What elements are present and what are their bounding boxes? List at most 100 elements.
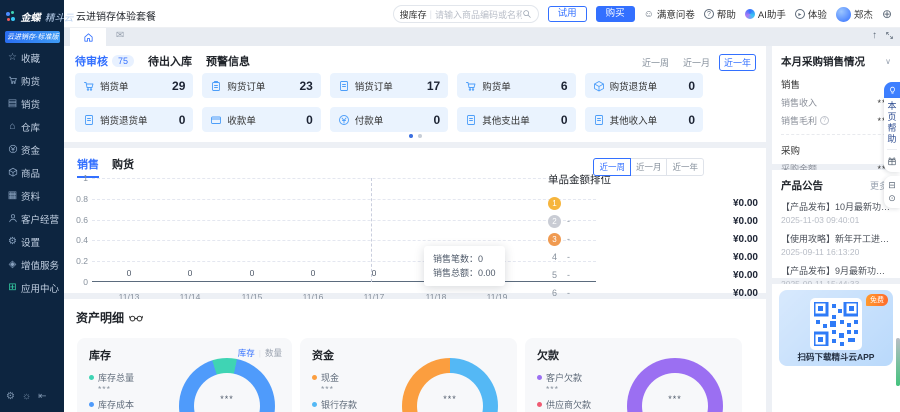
card-other-income[interactable]: 其他收入单0 (585, 107, 703, 132)
sidebar-footer: ⚙ ☼ ⇤ (6, 391, 47, 402)
ai-assistant-link[interactable]: AI助手 (745, 7, 786, 21)
tooltip-line2: 销售总额：0.00 (433, 266, 496, 280)
cart-icon (83, 80, 95, 92)
doc-icon (83, 114, 95, 126)
todo-tabs: 待审核 75 待出入库 预警信息 (75, 53, 250, 69)
trend-range-week[interactable]: 近一周 (593, 158, 631, 176)
tab-purchase-trend[interactable]: 购货 (112, 156, 134, 178)
card-payment[interactable]: 付款单0 (330, 107, 448, 132)
ranking-title: 单品金额排位 (548, 172, 758, 187)
user-menu[interactable]: 郑杰 (836, 7, 873, 22)
page-dot-1[interactable] (409, 134, 413, 138)
sidebar-item-data[interactable]: ▦资料 (7, 189, 64, 202)
card-purchase[interactable]: 购货单6 (457, 73, 575, 98)
sidebar-item-settings[interactable]: ⚙设置 (7, 235, 64, 248)
tooltip-line1: 销售笔数：0 (433, 252, 496, 266)
scroll-top-icon[interactable]: ↑ (872, 30, 877, 41)
gift-icon[interactable] (884, 154, 900, 167)
range-month[interactable]: 近一月 (678, 54, 715, 71)
workspace-tabbar: ✉ ↑ (64, 28, 900, 46)
inventory-toggle: 库存 | 数量 (238, 347, 282, 359)
search-icon[interactable] (522, 9, 532, 19)
info-icon[interactable]: ? (820, 116, 829, 125)
doc-icon: ▤ (7, 99, 18, 109)
notices-title: 产品公告 (781, 178, 823, 193)
collapse-chevron-icon[interactable]: ∨ (885, 57, 891, 66)
y-tick: 1 (72, 173, 88, 183)
search-input[interactable]: 搜库存 | 请输入商品编码或名称 (393, 5, 539, 23)
message-tab-icon[interactable]: ✉ (116, 30, 124, 41)
card-receipt[interactable]: 收款单0 (202, 107, 320, 132)
tab-pending-approval[interactable]: 待审核 75 (75, 53, 134, 69)
survey-link[interactable]: ☺满意问卷 (644, 7, 695, 21)
todo-card-grid: 销货单29 购货订单23 销货订单17 购货单6 购货退货单0 销货退货单0 收… (75, 73, 703, 132)
card-other-expense[interactable]: 其他支出单0 (457, 107, 575, 132)
collapse-sidebar-icon[interactable]: ⇤ (38, 391, 46, 402)
page-help-button[interactable]: 本 页 帮 助 (884, 98, 900, 172)
qr-card[interactable]: 免费 扫码下载精斗云APP (779, 290, 893, 366)
experience-link[interactable]: ▸体验 (795, 7, 827, 21)
card-sales-order[interactable]: 销货单29 (75, 73, 193, 98)
card-purchase-order[interactable]: 购货订单23 (202, 73, 320, 98)
sidebar-item-customers[interactable]: 客户经营 (7, 212, 64, 225)
sidebar-item-funds[interactable]: 资金 (7, 143, 64, 156)
user-name: 郑杰 (854, 7, 873, 21)
trend-section: 销售 购货 近一周 近一月 近一年 1 0.8 0.6 0.4 0.2 0 01… (64, 148, 766, 293)
trial-button[interactable]: 试用 (548, 6, 587, 22)
cart-icon (465, 80, 477, 92)
person-icon (7, 213, 18, 224)
y-tick: 0.2 (72, 256, 88, 266)
sidebar-item-warehouse[interactable]: ⌂仓库 (7, 120, 64, 133)
notice-item[interactable]: 【使用攻略】新年开工进销存产品… 2025-09-11 16:13:20 (781, 232, 891, 257)
sidebar-item-sales[interactable]: ▤销货 (7, 97, 64, 110)
sidebar: 金蝶 精斗云 云进销存-标准版 ☆收藏 购货 ▤销货 ⌂仓库 资金 商品 ▦资料… (0, 0, 64, 412)
card-sales-order2[interactable]: 销货订单17 (330, 73, 448, 98)
diamond-icon: ◈ (7, 260, 18, 270)
fullscreen-icon[interactable] (885, 31, 894, 40)
sidebar-item-goods[interactable]: 商品 (7, 166, 64, 179)
search-scope[interactable]: 搜库存 (400, 8, 427, 21)
product-notices-panel: 产品公告 更多› 【产品发布】10月最新功能抢先看… 2025-11-03 09… (772, 170, 900, 278)
buy-button[interactable]: 购买 (596, 6, 635, 22)
add-icon[interactable]: ⊕ (882, 7, 892, 21)
home-icon (83, 32, 94, 43)
scrollbar-thumb[interactable] (896, 338, 900, 386)
smiley-icon: ☺ (644, 9, 654, 20)
card-purchase-return[interactable]: 购货退货单0 (585, 73, 703, 98)
help-bulb-icon[interactable] (884, 82, 900, 98)
app-logo[interactable]: 金蝶 精斗云 (0, 0, 64, 26)
range-week[interactable]: 近一周 (637, 54, 674, 71)
sidebar-item-app-center[interactable]: ⊞应用中心 (7, 281, 64, 294)
y-tick: 0.4 (72, 235, 88, 245)
toggle-stock[interactable]: 库存 (238, 347, 255, 359)
monthly-summary-panel: 本月采购销售情况 ∨ 销售 销售收入*** 销售毛利?*** 采购 采购金额**… (772, 46, 900, 164)
star-icon: ☆ (7, 53, 18, 63)
card-icon (210, 114, 222, 126)
panel-icon[interactable]: ⊟ (884, 179, 900, 192)
sidebar-item-favorites[interactable]: ☆收藏 (7, 51, 64, 64)
goods-icon (7, 167, 18, 178)
debts-donut-chart: *** (627, 358, 723, 412)
sidebar-item-value-added[interactable]: ◈增值服务 (7, 258, 64, 271)
top-header: 云进销存体验套餐 搜库存 | 请输入商品编码或名称 试用 购买 ☺满意问卷 ?帮… (64, 0, 900, 28)
notice-item[interactable]: 【产品发布】10月最新功能抢先看… 2025-11-03 09:40:01 (781, 200, 891, 225)
tab-home[interactable] (70, 28, 106, 46)
settings-gear-icon[interactable]: ⚙ (6, 391, 15, 402)
floating-help-bar: 本 页 帮 助 ⊟ ⊙ (884, 82, 900, 208)
card-sales-return[interactable]: 销货退货单0 (75, 107, 193, 132)
tab-pending-inout[interactable]: 待出入库 (148, 53, 192, 69)
page-dot-2[interactable] (418, 134, 422, 138)
help-link[interactable]: ?帮助 (704, 7, 736, 21)
target-icon[interactable]: ⊙ (884, 192, 900, 205)
hover-crosshair (371, 178, 372, 282)
logo-brand: 金蝶 (20, 13, 40, 24)
tab-alerts[interactable]: 预警信息 (206, 53, 250, 69)
asset-card-inventory: 库存 库存 | 数量 库存总量 *** 库存成本 *** *** (77, 338, 292, 412)
funds-donut-chart: *** (402, 358, 498, 412)
range-year[interactable]: 近一年 (719, 54, 756, 71)
theme-icon[interactable]: ☼ (22, 391, 31, 402)
toggle-qty[interactable]: 数量 (265, 347, 282, 359)
sidebar-item-purchase[interactable]: 购货 (7, 74, 64, 87)
hide-values-icon[interactable] (129, 314, 143, 322)
app-download-panel: 免费 扫码下载精斗云APP (772, 284, 900, 412)
